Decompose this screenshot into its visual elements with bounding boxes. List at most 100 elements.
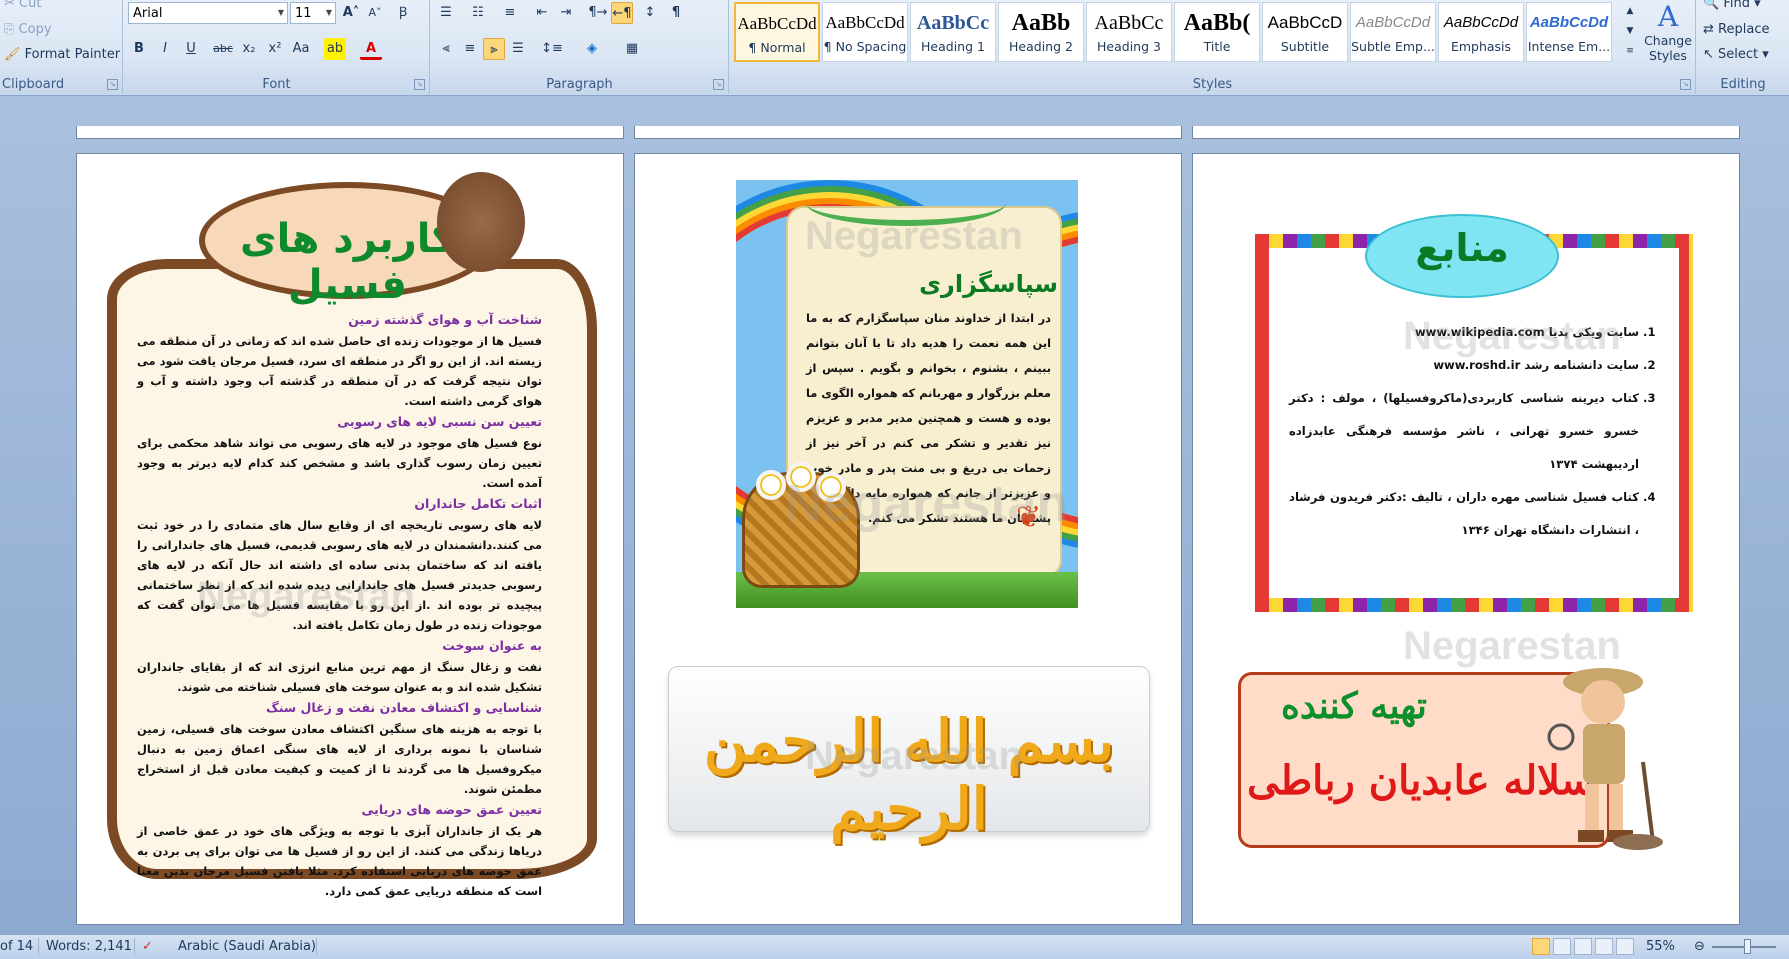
gallery-down-icon[interactable]: ▼	[1619, 20, 1641, 42]
section-text: نفت و زغال سنگ از مهم ترین منابع انرژی ا…	[137, 660, 542, 694]
font-color-button[interactable]: A	[360, 38, 382, 60]
align-left-icon[interactable]: ⫷	[435, 38, 457, 60]
numbering-icon[interactable]: ☷	[467, 2, 489, 24]
style-name: Intense Em...	[1527, 39, 1611, 54]
ltr-icon[interactable]: ¶→	[587, 2, 609, 24]
copy-button[interactable]: ⎘ Copy	[4, 22, 52, 37]
style-heading-1[interactable]: AaBbCc Heading 1	[910, 2, 996, 62]
cut-button[interactable]: ✂ Cut	[4, 0, 41, 11]
justify-icon[interactable]: ☰	[507, 38, 529, 60]
styles-group: AaBbCcDd ¶ Normal AaBbCcDd ¶ No Spacing AaBb…	[730, 0, 1696, 94]
change-case-button[interactable]: Aa	[290, 38, 312, 60]
style-normal[interactable]: AaBbCcDd ¶ Normal	[734, 2, 820, 62]
select-button[interactable]: ↖ Select ▾	[1703, 47, 1769, 62]
highlight-icon[interactable]: ab	[324, 38, 346, 60]
language-indicator[interactable]: Arabic (Saudi Arabia)	[178, 939, 316, 954]
increase-indent-icon[interactable]: ⇥	[555, 2, 577, 24]
section-text: لایه های رسوبی تاریخچه ای از وقایع سال ه…	[137, 518, 542, 632]
previous-page-3-bottom	[1192, 126, 1740, 139]
font-size-combo[interactable]: 11 ▼	[290, 2, 336, 24]
font-name-combo[interactable]: Arial ▼	[128, 2, 288, 24]
gallery-more-icon[interactable]: ≡	[1619, 40, 1641, 62]
zoom-level[interactable]: 55%	[1646, 939, 1675, 954]
style-sample: AaBbCcDd	[1443, 14, 1519, 31]
line-spacing-icon[interactable]: ↕≡	[541, 38, 563, 60]
sort-icon[interactable]: ↕	[639, 2, 661, 24]
replace-icon: ⇄	[1703, 22, 1714, 37]
divider	[134, 938, 135, 955]
clipboard-group: ✂ Cut ⎘ Copy 🖌 Format Painter Clipboard …	[0, 0, 123, 94]
rtl-icon[interactable]: ←¶	[611, 2, 633, 24]
font-group-label: Font	[262, 77, 291, 92]
styles-launcher-icon[interactable]: ↘	[1680, 79, 1691, 90]
zoom-slider-thumb[interactable]	[1744, 939, 1751, 954]
style-intense-em[interactable]: AaBbCcDd Intense Em...	[1526, 2, 1612, 62]
style-emphasis[interactable]: AaBbCcDd Emphasis	[1438, 2, 1524, 62]
page-count[interactable]: of 14	[0, 939, 33, 954]
align-right-icon[interactable]: ⫸	[483, 38, 505, 60]
zoom-out-icon[interactable]: ⊖	[1694, 939, 1705, 954]
grow-font-button[interactable]: A˄	[340, 2, 362, 24]
page-fossil-uses[interactable]: کاربرد های فسیل شناخت آب و هوای گذشته زم…	[76, 153, 624, 925]
styles-group-label: Styles	[1192, 77, 1233, 92]
draft-view-icon[interactable]	[1616, 938, 1634, 955]
reference-item: سایت دانشنامه رشد www.roshd.ir	[1289, 349, 1639, 382]
superscript-button[interactable]: x²	[264, 38, 286, 60]
page-thanks[interactable]: سپاسگزاری در ابتدا از خداوند منان سپاسگز…	[634, 153, 1182, 925]
binoculars-icon: 🔍	[1703, 0, 1720, 11]
style-sample: AaBbCcDd	[825, 13, 905, 32]
change-styles-button[interactable]: A Change Styles	[1642, 0, 1694, 63]
bullets-icon[interactable]: ☰	[435, 2, 457, 24]
gallery-up-icon[interactable]: ▲	[1619, 0, 1641, 22]
print-layout-view-icon[interactable]	[1532, 938, 1550, 955]
brush-icon: 🖌	[4, 47, 21, 62]
daisy-icon	[816, 472, 846, 502]
borders-icon[interactable]: ▦	[621, 38, 643, 60]
style-subtle-emp[interactable]: AaBbCcDd Subtle Emp...	[1350, 2, 1436, 62]
show-marks-button[interactable]: ¶	[665, 2, 687, 24]
decrease-indent-icon[interactable]: ⇤	[531, 2, 553, 24]
style-no-spacing[interactable]: AaBbCcDd ¶ No Spacing	[822, 2, 908, 62]
style-name: Heading 1	[921, 39, 985, 54]
chevron-down-icon: ▼	[277, 8, 285, 17]
page-sources[interactable]: منابع سایت ویکی پدیا www.wikipedia.comسا…	[1192, 153, 1740, 925]
full-screen-reading-view-icon[interactable]	[1553, 938, 1571, 955]
style-heading-3[interactable]: AaBbCc Heading 3	[1086, 2, 1172, 62]
replace-button[interactable]: ⇄ Replace	[1703, 22, 1769, 37]
style-subtitle[interactable]: AaBbCcD Subtitle	[1262, 2, 1348, 62]
italic-button[interactable]: I	[154, 38, 176, 60]
web-layout-view-icon[interactable]	[1574, 938, 1592, 955]
format-painter-button[interactable]: 🖌 Format Painter	[4, 47, 120, 62]
bold-button[interactable]: B	[128, 38, 150, 60]
section-heading: تعیین سن نسبی لایه های رسوبی	[337, 414, 542, 429]
proofing-icon[interactable]: ✓	[142, 939, 153, 954]
ribbon: ✂ Cut ⎘ Copy 🖌 Format Painter Clipboard …	[0, 0, 1789, 96]
section-heading: تعیین عمق حوضه های دریایی	[361, 802, 542, 817]
subscript-button[interactable]: x₂	[238, 38, 260, 60]
shrink-font-button[interactable]: A˅	[364, 2, 386, 24]
paragraph-launcher-icon[interactable]: ↘	[713, 79, 724, 90]
align-center-icon[interactable]: ≡	[459, 38, 481, 60]
reference-item: کتاب دیرینه شناسی کاربردی(ماکروفسیلها) ،…	[1289, 382, 1639, 481]
clear-formatting-button[interactable]: Ꞵ	[392, 2, 414, 24]
strikethrough-button[interactable]: abc	[212, 38, 234, 60]
style-name: Subtitle	[1280, 39, 1330, 54]
underline-button[interactable]: U	[180, 38, 202, 60]
style-heading-2[interactable]: AaBb Heading 2	[998, 2, 1084, 62]
font-launcher-icon[interactable]: ↘	[414, 79, 425, 90]
editing-group-label: Editing	[1720, 77, 1766, 92]
style-name: Title	[1203, 39, 1231, 54]
outline-view-icon[interactable]	[1595, 938, 1613, 955]
document-area[interactable]: کاربرد های فسیل شناخت آب و هوای گذشته زم…	[0, 96, 1789, 934]
multilevel-list-icon[interactable]: ≡	[499, 2, 521, 24]
explorer-character-icon	[1547, 668, 1663, 850]
style-name: Emphasis	[1450, 39, 1512, 54]
style-sample: AaBbCc	[1094, 12, 1164, 34]
font-group: Arial ▼ 11 ▼ A˄ A˅ Ꞵ B I U abc x₂ x² Aa ab…	[124, 0, 430, 94]
shading-icon[interactable]: ◈	[581, 38, 603, 60]
section-text: هر یک از جانداران آبزی با توجه به ویژگی …	[137, 824, 542, 898]
word-count[interactable]: Words: 2,141	[46, 939, 132, 954]
style-title[interactable]: AaBb(Title	[1174, 2, 1260, 62]
find-button[interactable]: 🔍 Find ▾	[1703, 0, 1761, 11]
clipboard-launcher-icon[interactable]: ↘	[107, 79, 118, 90]
